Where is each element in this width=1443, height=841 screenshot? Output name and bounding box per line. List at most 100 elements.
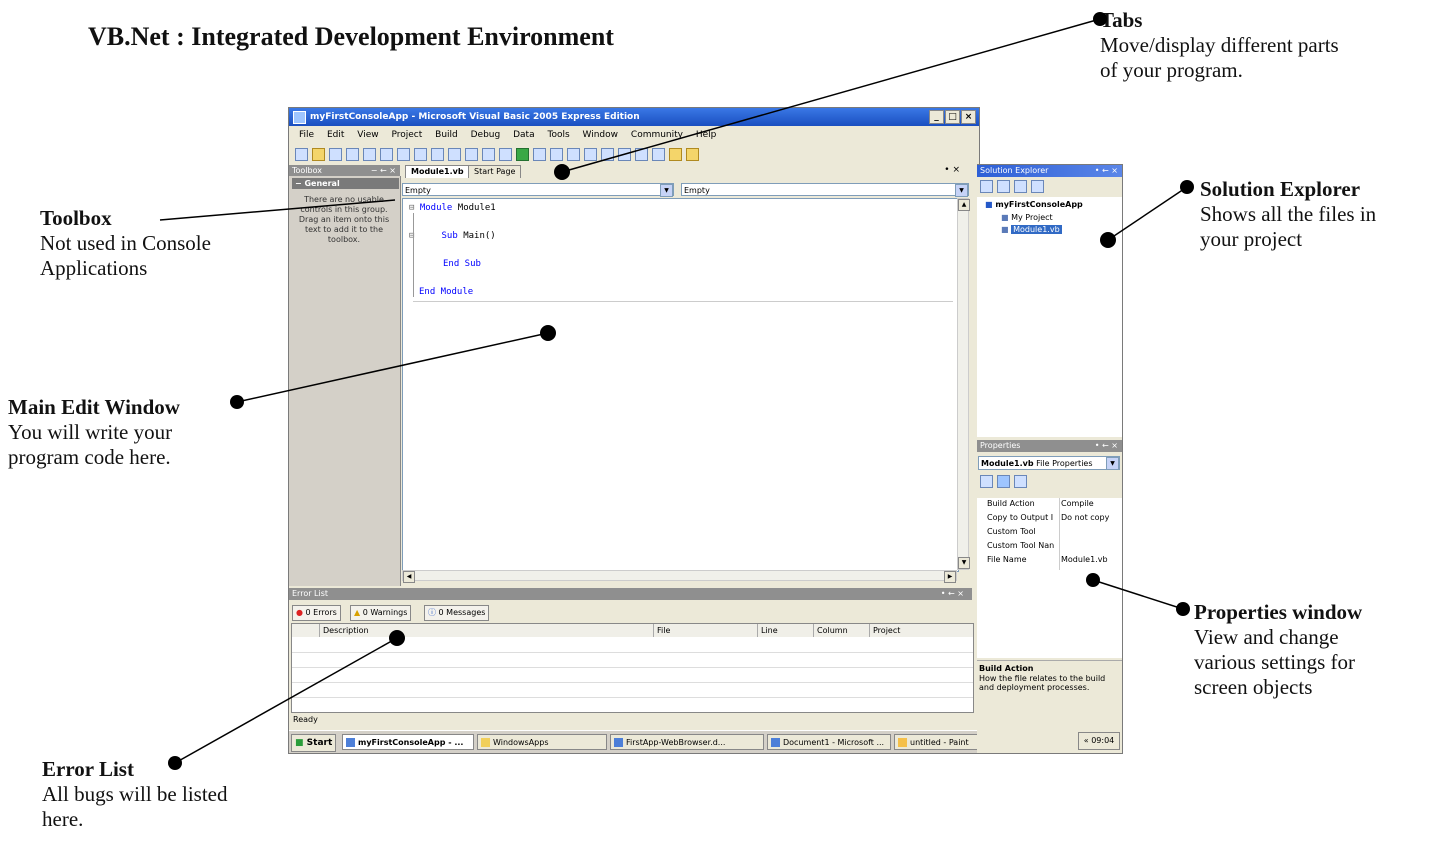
tab-start-page[interactable]: Start Page bbox=[468, 165, 522, 178]
error-col-column[interactable]: Column bbox=[814, 624, 870, 637]
object-browser-icon[interactable] bbox=[652, 147, 665, 161]
method-dropdown[interactable]: Empty ▼ bbox=[681, 183, 969, 197]
open-icon[interactable] bbox=[312, 147, 325, 161]
code-line-4: End Module bbox=[419, 287, 474, 297]
code-line-1: ⊟ Module Module1 bbox=[409, 203, 496, 213]
close-button[interactable]: × bbox=[961, 110, 976, 124]
properties-object-dropdown[interactable]: Module1.vb File Properties ▼ bbox=[978, 456, 1120, 470]
prop-name: Custom Tool Nan bbox=[987, 541, 1055, 550]
properties-icon[interactable] bbox=[997, 180, 1010, 193]
tab-module1[interactable]: Module1.vb bbox=[405, 165, 470, 178]
task-document1[interactable]: Document1 - Microsoft ... bbox=[767, 734, 891, 750]
add-item-icon[interactable] bbox=[329, 147, 342, 161]
save-icon[interactable] bbox=[346, 147, 359, 161]
minimize-button[interactable]: _ bbox=[929, 110, 944, 124]
prop-value[interactable]: Compile bbox=[1061, 499, 1094, 508]
step-into-icon[interactable] bbox=[567, 147, 580, 161]
warnings-filter-button[interactable]: ▲ 0 Warnings bbox=[350, 605, 412, 621]
tab-controls[interactable]: • × bbox=[944, 165, 960, 175]
view-code-icon[interactable] bbox=[1031, 180, 1044, 193]
solution-item-my-project[interactable]: ■ My Project bbox=[1001, 213, 1053, 222]
toolbox-icon[interactable] bbox=[669, 147, 682, 161]
properties-title-text: Properties bbox=[980, 441, 1021, 450]
document-tabs: Module1.vb Start Page • × bbox=[402, 165, 972, 178]
menu-data[interactable]: Data bbox=[513, 127, 535, 144]
errors-filter-button[interactable]: ● 0 Errors bbox=[292, 605, 341, 621]
outdent-icon[interactable] bbox=[465, 147, 478, 161]
window-buttons: _ □ × bbox=[929, 110, 976, 124]
properties-dot bbox=[1176, 602, 1190, 616]
property-pages-icon[interactable] bbox=[1014, 475, 1027, 488]
task-myfirstconsoleapp[interactable]: myFirstConsoleApp - ... bbox=[342, 734, 474, 750]
step-out-icon[interactable] bbox=[601, 147, 614, 161]
scroll-right-icon[interactable]: ▶ bbox=[944, 571, 956, 583]
messages-filter-button[interactable]: ⓘ 0 Messages bbox=[424, 605, 490, 621]
error-list-controls[interactable]: • ← × bbox=[941, 588, 964, 600]
prop-name: File Name bbox=[987, 555, 1027, 564]
start-debugging-icon[interactable] bbox=[516, 147, 529, 161]
menu-project[interactable]: Project bbox=[391, 127, 422, 144]
properties-pane-controls[interactable]: • ← × bbox=[1095, 440, 1118, 452]
ide-screenshot: myFirstConsoleApp - Microsoft Visual Bas… bbox=[288, 107, 980, 754]
new-project-icon[interactable] bbox=[295, 147, 308, 161]
stop-icon[interactable] bbox=[550, 147, 563, 161]
tabs-callout: Tabs Move/display different parts of you… bbox=[1100, 8, 1339, 83]
task-webbrowser-doc[interactable]: FirstApp-WebBrowser.d... bbox=[610, 734, 764, 750]
solution-item-module1[interactable]: ■ Module1.vb bbox=[1001, 225, 1062, 234]
alphabetical-icon[interactable] bbox=[997, 475, 1010, 488]
error-col-file[interactable]: File bbox=[654, 624, 758, 637]
class-dropdown[interactable]: Empty ▼ bbox=[402, 183, 674, 197]
error-col-description[interactable]: Description bbox=[320, 624, 654, 637]
refresh-icon[interactable] bbox=[1014, 180, 1027, 193]
menu-window[interactable]: Window bbox=[583, 127, 619, 144]
solution-explorer-callout-text-2: your project bbox=[1200, 227, 1303, 251]
start-button[interactable]: ■ Start bbox=[291, 734, 337, 752]
toolbox-group-general[interactable]: − General bbox=[292, 178, 399, 189]
menu-file[interactable]: File bbox=[299, 127, 314, 144]
categorized-icon[interactable] bbox=[980, 475, 993, 488]
cut-icon[interactable] bbox=[380, 147, 393, 161]
code-line-2: ⊟ Sub Main() bbox=[409, 231, 496, 241]
show-all-files-icon[interactable] bbox=[980, 180, 993, 193]
paste-icon[interactable] bbox=[414, 147, 427, 161]
save-all-icon[interactable] bbox=[363, 147, 376, 161]
editor-horizontal-scrollbar[interactable]: ◀ ▶ bbox=[402, 570, 957, 583]
start-page-icon[interactable] bbox=[686, 147, 699, 161]
menu-tools[interactable]: Tools bbox=[547, 127, 569, 144]
menu-build[interactable]: Build bbox=[435, 127, 458, 144]
code-editor[interactable]: ⊟ Module Module1 ⊟ Sub Main() End Sub En… bbox=[402, 198, 959, 572]
solution-explorer-pane-controls[interactable]: • ← × bbox=[1095, 165, 1118, 177]
menu-view[interactable]: View bbox=[357, 127, 378, 144]
editor-vertical-scrollbar[interactable]: ▲ ▼ bbox=[957, 198, 970, 570]
prop-value[interactable]: Module1.vb bbox=[1061, 555, 1108, 564]
error-col-project[interactable]: Project bbox=[870, 624, 973, 637]
dropdown-arrow-icon[interactable]: ▼ bbox=[660, 184, 673, 197]
scroll-left-icon[interactable]: ◀ bbox=[403, 571, 415, 583]
redo-icon[interactable] bbox=[499, 147, 512, 161]
dropdown-arrow-icon[interactable]: ▼ bbox=[955, 184, 968, 197]
properties-icon[interactable] bbox=[635, 147, 648, 161]
properties-callout-text-2: various settings for bbox=[1194, 650, 1355, 674]
scroll-down-icon[interactable]: ▼ bbox=[958, 557, 970, 569]
dropdown-arrow-icon[interactable]: ▼ bbox=[1106, 457, 1119, 470]
pause-icon[interactable] bbox=[533, 147, 546, 161]
solution-explorer-icon[interactable] bbox=[618, 147, 631, 161]
ide-window-title: myFirstConsoleApp - Microsoft Visual Bas… bbox=[310, 112, 640, 122]
menu-help[interactable]: Help bbox=[696, 127, 717, 144]
step-over-icon[interactable] bbox=[584, 147, 597, 161]
menu-debug[interactable]: Debug bbox=[471, 127, 501, 144]
undo-icon[interactable] bbox=[482, 147, 495, 161]
prop-value[interactable]: Do not copy bbox=[1061, 513, 1109, 522]
error-col-line[interactable]: Line bbox=[758, 624, 814, 637]
find-icon[interactable] bbox=[431, 147, 444, 161]
menu-community[interactable]: Community bbox=[631, 127, 683, 144]
menu-edit[interactable]: Edit bbox=[327, 127, 344, 144]
task-windowsapps[interactable]: WindowsApps bbox=[477, 734, 607, 750]
paint-icon bbox=[898, 738, 907, 747]
maximize-button[interactable]: □ bbox=[945, 110, 960, 124]
solution-root[interactable]: ■ myFirstConsoleApp bbox=[985, 200, 1083, 209]
scroll-up-icon[interactable]: ▲ bbox=[958, 199, 970, 211]
indent-icon[interactable] bbox=[448, 147, 461, 161]
task-paint[interactable]: untitled - Paint bbox=[894, 734, 979, 750]
copy-icon[interactable] bbox=[397, 147, 410, 161]
